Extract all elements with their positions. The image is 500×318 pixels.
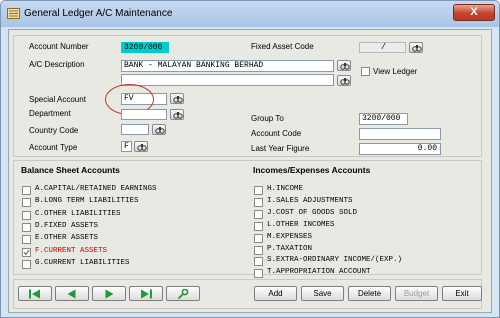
save-button[interactable]: Save [301,286,344,301]
category-checkbox[interactable] [254,209,263,219]
window-title: General Ledger A/C Maintenance [24,8,173,19]
category-label: F.CURRENT ASSETS [35,246,108,255]
last-year-figure-field[interactable]: 0.00 [359,143,441,155]
country-code-label: Country Code [29,126,79,135]
category-checkbox[interactable] [254,257,263,267]
category-label: A.CAPITAL/RETAINED EARNINGS [35,185,157,193]
add-button-label: Add [268,289,283,298]
view-ledger-checkbox[interactable] [361,67,370,76]
search-key-button[interactable] [166,286,200,301]
binoculars-icon [412,45,422,52]
category-label: I.SALES ADJUSTMENTS [267,196,353,205]
last-record-button[interactable] [129,286,163,301]
view-ledger-label: View Ledger [373,67,418,76]
category-checkbox[interactable] [254,233,263,243]
balance-sheet-title: Balance Sheet Accounts [21,165,120,175]
delete-button[interactable]: Delete [348,286,391,301]
previous-record-icon [67,289,76,298]
category-checkbox[interactable] [22,247,31,257]
country-code-field[interactable] [121,124,149,135]
category-checkbox[interactable] [22,259,31,269]
first-record-button[interactable] [18,286,52,301]
fixed-asset-code-label: Fixed Asset Code [251,42,314,51]
previous-record-button[interactable] [55,286,89,301]
category-label: P.TAXATION [267,244,313,253]
category-checkbox[interactable] [22,210,31,220]
budget-button[interactable]: Budget [395,286,438,301]
close-button[interactable]: X [453,4,495,21]
account-code-field[interactable] [359,128,441,140]
binoculars-icon [155,127,165,134]
binoculars-icon [340,63,350,70]
group-to-field[interactable]: 3200/000 [359,113,408,125]
description-lookup-button[interactable] [337,60,351,71]
country-code-lookup-button[interactable] [152,124,166,135]
binoculars-icon [173,112,183,119]
exit-button[interactable]: Exit [442,286,482,301]
department-field[interactable] [121,109,167,120]
last-record-icon [141,289,152,298]
search-key-icon [177,288,189,299]
exit-button-label: Exit [455,289,469,298]
delete-button-label: Delete [357,289,382,298]
category-checkbox[interactable] [254,197,263,207]
category-checkbox[interactable] [254,245,263,255]
category-label: M.EXPENSES [267,232,313,241]
category-checkbox[interactable] [254,186,263,195]
account-type-lookup-button[interactable] [134,141,148,152]
category-label: G.CURRENT LIABILITIES [35,258,130,267]
category-label: E.OTHER ASSETS [35,234,99,243]
category-label: D.FIXED ASSETS [35,221,99,230]
add-button[interactable]: Add [254,286,297,301]
binoculars-icon [173,96,183,103]
category-label: S.EXTRA-ORDINARY INCOME/(EXP.) [267,256,403,265]
budget-button-label: Budget [403,289,430,298]
category-checkbox[interactable] [22,186,31,195]
save-button-label: Save [313,289,332,298]
department-label: Department [29,109,71,118]
account-type-field[interactable]: F [121,141,132,152]
category-checkbox[interactable] [22,235,31,245]
binoculars-icon [137,144,147,151]
description-label: A/C Description [29,60,85,69]
account-type-label: Account Type [29,143,78,152]
category-label: C.OTHER LIABILITIES [35,209,121,218]
income-expenses-title: Incomes/Expenses Accounts [253,165,371,175]
department-lookup-button[interactable] [170,109,184,120]
close-icon: X [470,6,478,18]
account-number-field[interactable]: 3200/000 [121,42,169,53]
next-record-button[interactable] [92,286,126,301]
description2-lookup-button[interactable] [337,75,351,86]
account-number-label: Account Number [29,42,89,51]
title-bar: General Ledger A/C Maintenance X [1,1,499,27]
category-label: H.INCOME [267,185,304,193]
category-checkbox[interactable] [254,269,263,279]
ledger-app-icon [7,8,20,19]
fixed-asset-lookup-button[interactable] [409,42,423,53]
description-line1-field[interactable]: BANK - MALAYAN BANKING BERHAD [121,60,334,72]
category-label: J.COST OF GOODS SOLD [267,208,358,217]
first-record-icon [29,289,40,298]
description-line2-field[interactable] [121,74,334,86]
special-account-label: Special Account [29,95,86,104]
group-to-label: Group To [251,114,284,123]
last-year-figure-label: Last Year Figure [251,144,310,153]
next-record-icon [105,289,114,298]
checkmark-icon [23,249,30,256]
category-checkbox[interactable] [22,222,31,232]
category-checkbox[interactable] [254,221,263,231]
fixed-asset-code-field[interactable]: / [359,42,406,53]
category-label: T.APPROPRIATION ACCOUNT [267,268,371,277]
gl-maintenance-window: General Ledger A/C Maintenance X Account… [0,0,500,318]
account-code-label: Account Code [251,129,302,138]
category-label: L.OTHER INCOMES [267,220,335,229]
category-label: B.LONG TERM LIABILITIES [35,197,139,206]
category-checkbox[interactable] [22,198,31,208]
special-account-lookup-button[interactable] [170,93,184,104]
binoculars-icon [340,78,350,85]
